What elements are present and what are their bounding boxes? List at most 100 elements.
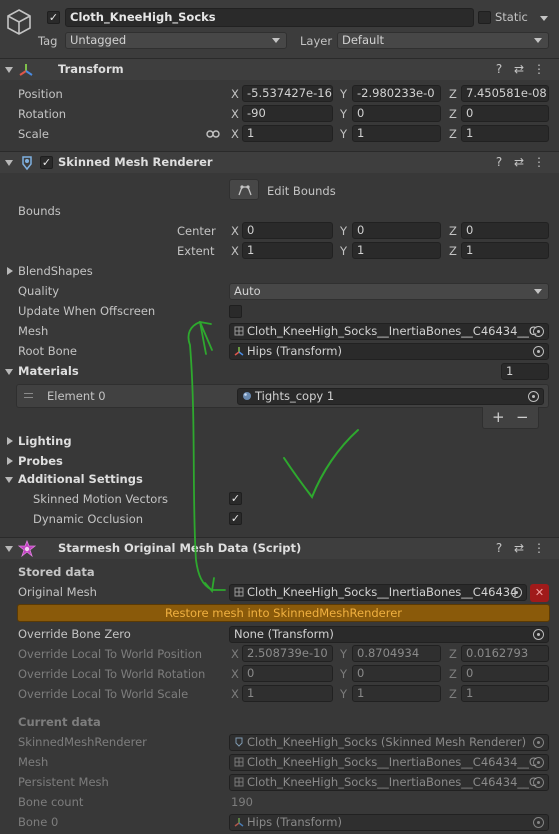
object-name-field[interactable]: Cloth_KneeHigh_Socks: [65, 8, 474, 27]
position-y-field[interactable]: -2.980233e-0: [352, 85, 441, 102]
position-row: Position X -5.537427e-16 Y -2.980233e-0 …: [0, 84, 559, 104]
center-z-field[interactable]: 0: [461, 222, 549, 239]
static-checkbox[interactable]: [478, 11, 491, 24]
foldout-arrow-icon[interactable]: [7, 457, 13, 465]
presets-icon[interactable]: ⇄: [509, 62, 529, 76]
axis-x-label[interactable]: X: [231, 221, 239, 241]
materials-count-field[interactable]: 1: [501, 363, 549, 380]
add-element-button[interactable]: +: [492, 407, 505, 427]
axis-x-label[interactable]: X: [231, 104, 239, 124]
object-picker-icon[interactable]: [533, 629, 544, 640]
object-picker-icon[interactable]: [533, 326, 544, 337]
rotation-y-field[interactable]: 0: [352, 105, 441, 122]
position-z-field[interactable]: 7.450581e-08: [461, 85, 549, 102]
extent-z-field[interactable]: 1: [461, 242, 549, 259]
close-icon: ✕: [534, 586, 545, 599]
kebab-menu-icon[interactable]: ⋮: [529, 541, 549, 555]
scale-z-field[interactable]: 1: [461, 125, 549, 142]
kebab-menu-icon[interactable]: ⋮: [529, 62, 549, 76]
rotation-x-field[interactable]: -90: [242, 105, 333, 122]
active-checkbox[interactable]: ✓: [47, 11, 60, 24]
foldout-arrow-icon[interactable]: [7, 437, 13, 445]
help-icon[interactable]: ?: [489, 155, 509, 169]
axis-z-label[interactable]: Z: [449, 104, 457, 124]
layer-dropdown[interactable]: Default: [337, 32, 549, 49]
annotation-arrow-head-top: [198, 320, 213, 355]
mesh-label: Mesh: [18, 324, 49, 338]
mesh-icon: [234, 587, 244, 597]
axis-y-label[interactable]: Y: [340, 124, 347, 144]
additional-settings-foldout[interactable]: Additional Settings: [18, 469, 143, 489]
element0-field[interactable]: Tights_copy 1: [237, 388, 544, 405]
presets-icon[interactable]: ⇄: [509, 541, 529, 555]
foldout-arrow-icon[interactable]: [5, 546, 13, 552]
extent-y-field[interactable]: 1: [352, 242, 441, 259]
rotation-label: Rotation: [18, 107, 67, 121]
link-icon[interactable]: [206, 129, 220, 139]
presets-icon[interactable]: ⇄: [509, 155, 529, 169]
dynamic-occlusion-checkbox[interactable]: ✓: [229, 512, 242, 525]
blendshapes-foldout[interactable]: BlendShapes: [18, 261, 93, 281]
axis-x-label[interactable]: X: [231, 241, 239, 261]
override-bone-zero-field[interactable]: None (Transform): [229, 626, 549, 643]
drag-handle-icon[interactable]: [24, 393, 33, 398]
mesh-object-field[interactable]: Cloth_KneeHigh_Socks__InertiaBones__C464…: [229, 323, 549, 340]
smr-header[interactable]: ✓ Skinned Mesh Renderer ? ⇄ ⋮: [0, 151, 559, 173]
clear-original-mesh-button[interactable]: ✕: [530, 584, 549, 602]
oltw-rotation-z-field: 0: [461, 665, 549, 682]
axis-z-label[interactable]: Z: [449, 124, 457, 144]
materials-foldout[interactable]: Materials: [18, 361, 79, 381]
object-picker-icon[interactable]: [511, 587, 522, 598]
remove-element-button[interactable]: −: [516, 407, 529, 427]
quality-dropdown[interactable]: Auto: [229, 283, 549, 300]
help-icon[interactable]: ?: [489, 62, 509, 76]
foldout-arrow-icon[interactable]: [5, 67, 13, 73]
static-dropdown-icon[interactable]: [540, 16, 548, 21]
persistent-mesh-field: Cloth_KneeHigh_Socks__InertiaBones__C464…: [229, 774, 549, 791]
scale-label: Scale: [18, 127, 49, 141]
transform-header[interactable]: Transform ? ⇄ ⋮: [0, 58, 559, 80]
axis-z-label[interactable]: Z: [449, 84, 457, 104]
help-icon[interactable]: ?: [489, 541, 509, 555]
object-picker-icon[interactable]: [528, 391, 539, 402]
restore-mesh-button[interactable]: Restore mesh into SkinnedMeshRenderer: [17, 604, 550, 622]
foldout-arrow-icon[interactable]: [5, 369, 13, 375]
foldout-arrow-icon[interactable]: [5, 477, 13, 483]
object-picker-icon[interactable]: [533, 346, 544, 357]
axis-x-label[interactable]: X: [231, 84, 239, 104]
axis-y-label[interactable]: Y: [340, 221, 347, 241]
edit-bounds-button[interactable]: [229, 179, 259, 200]
mesh-value: Cloth_KneeHigh_Socks__InertiaBones__C464…: [247, 324, 537, 338]
element0-label: Element 0: [47, 389, 106, 403]
axis-y-label[interactable]: Y: [340, 241, 347, 261]
axis-z-label[interactable]: Z: [449, 241, 457, 261]
foldout-arrow-icon[interactable]: [7, 267, 13, 275]
scale-x-field[interactable]: 1: [242, 125, 333, 142]
extent-row: Extent X 1 Y 1 Z 1: [0, 241, 559, 261]
skinned-motion-checkbox[interactable]: ✓: [229, 492, 242, 505]
tag-dropdown[interactable]: Untagged: [65, 32, 287, 49]
stored-data-heading: Stored data: [18, 565, 95, 579]
scale-y-field[interactable]: 1: [352, 125, 441, 142]
axis-x-label[interactable]: X: [231, 124, 239, 144]
axis-z-label[interactable]: Z: [449, 221, 457, 241]
axis-y-label[interactable]: Y: [340, 104, 347, 124]
lighting-foldout[interactable]: Lighting: [18, 431, 72, 451]
foldout-arrow-icon[interactable]: [5, 160, 13, 166]
smr-enabled-checkbox[interactable]: ✓: [40, 156, 53, 169]
starmesh-header[interactable]: Starmesh Original Mesh Data (Script) ? ⇄ ⋮: [0, 537, 559, 559]
original-mesh-field[interactable]: Cloth_KneeHigh_Socks__InertiaBones__C464…: [229, 584, 527, 601]
root-bone-field[interactable]: Hips (Transform): [229, 343, 549, 360]
axis-y-label[interactable]: Y: [340, 84, 347, 104]
axis-z-label: Z: [449, 687, 457, 701]
position-x-field[interactable]: -5.537427e-16: [242, 85, 333, 102]
center-x-field[interactable]: 0: [242, 222, 333, 239]
update-offscreen-checkbox[interactable]: [229, 305, 242, 318]
axis-z-label: Z: [449, 667, 457, 681]
probes-foldout[interactable]: Probes: [18, 451, 63, 471]
center-y-field[interactable]: 0: [352, 222, 441, 239]
kebab-menu-icon[interactable]: ⋮: [529, 155, 549, 169]
extent-label: Extent: [177, 244, 215, 258]
extent-x-field[interactable]: 1: [242, 242, 333, 259]
rotation-z-field[interactable]: 0: [461, 105, 549, 122]
